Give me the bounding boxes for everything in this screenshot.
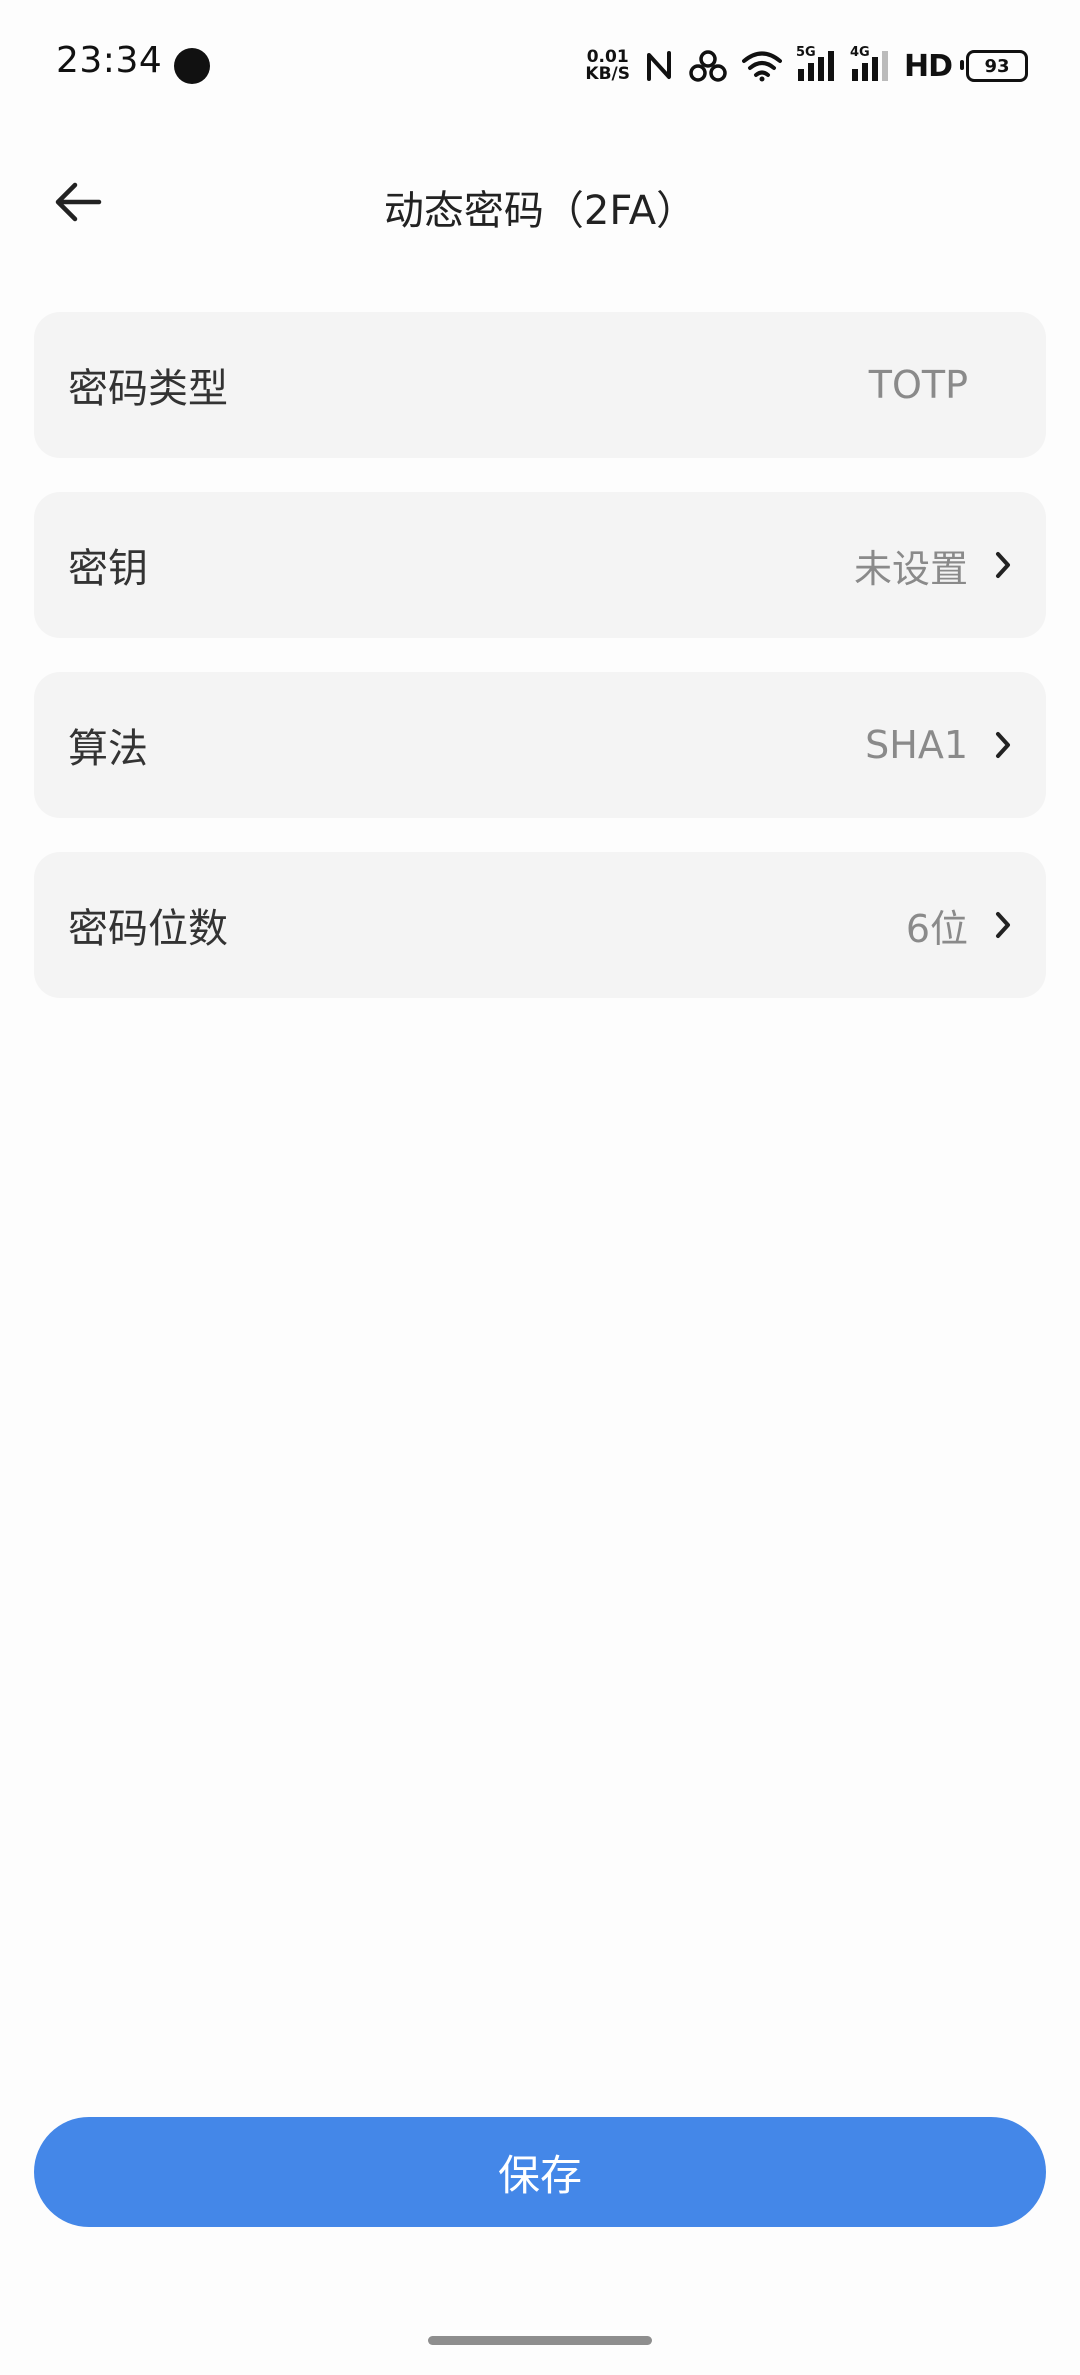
- setting-value-group: SHA1: [865, 723, 1012, 767]
- network-speed: 0.01 KB/S: [585, 49, 630, 83]
- hotspot-icon: [688, 49, 728, 83]
- page-title: 动态密码（2FA）: [383, 188, 697, 234]
- setting-value: 未设置: [853, 546, 968, 591]
- setting-value-group: 6位: [906, 898, 1012, 953]
- setting-label: 算法: [68, 726, 148, 772]
- settings-list: 密码类型 TOTP 密钥 未设置 算法 SHA1 密码位数 6位: [34, 312, 1046, 1032]
- setting-row-password-type[interactable]: 密码类型 TOTP: [34, 312, 1046, 458]
- setting-value: TOTP: [868, 363, 968, 407]
- signal-5g-icon: 5G: [796, 45, 836, 83]
- setting-row-algorithm[interactable]: 算法 SHA1: [34, 672, 1046, 818]
- setting-value: 6位: [905, 906, 968, 951]
- status-icons: 0.01 KB/S 5G 4G HD 93: [585, 45, 1028, 86]
- network-speed-unit: KB/S: [585, 64, 630, 84]
- status-bar: 23:34 0.01 KB/S 5G 4G HD 93: [0, 0, 1080, 130]
- setting-row-password-digits[interactable]: 密码位数 6位: [34, 852, 1046, 998]
- chevron-right-icon: [968, 730, 1012, 760]
- chevron-right-icon: [968, 910, 1012, 940]
- save-button[interactable]: 保存: [34, 2117, 1046, 2227]
- battery-icon: 93: [960, 50, 1028, 82]
- wifi-icon: [741, 50, 782, 82]
- signal-4g-label: 4G: [849, 45, 870, 60]
- hd-voice-label: HD: [903, 48, 953, 84]
- setting-label: 密码类型: [68, 366, 228, 412]
- setting-row-secret-key[interactable]: 密钥 未设置: [34, 492, 1046, 638]
- setting-label: 密码位数: [68, 906, 228, 952]
- app-header: 动态密码（2FA）: [0, 150, 1080, 260]
- setting-value: SHA1: [865, 723, 968, 767]
- battery-level: 93: [984, 55, 1010, 77]
- signal-5g-label: 5G: [795, 45, 816, 60]
- setting-value-group: TOTP: [869, 363, 1012, 407]
- setting-value-group: 未设置: [854, 538, 1012, 593]
- nfc-icon: [644, 49, 674, 83]
- home-indicator[interactable]: [428, 2336, 652, 2345]
- status-time: 23:34: [56, 40, 163, 81]
- signal-4g-icon: 4G: [850, 45, 890, 83]
- notification-dot-icon: [174, 48, 210, 84]
- chevron-right-icon: [968, 550, 1012, 580]
- setting-label: 密钥: [68, 546, 148, 592]
